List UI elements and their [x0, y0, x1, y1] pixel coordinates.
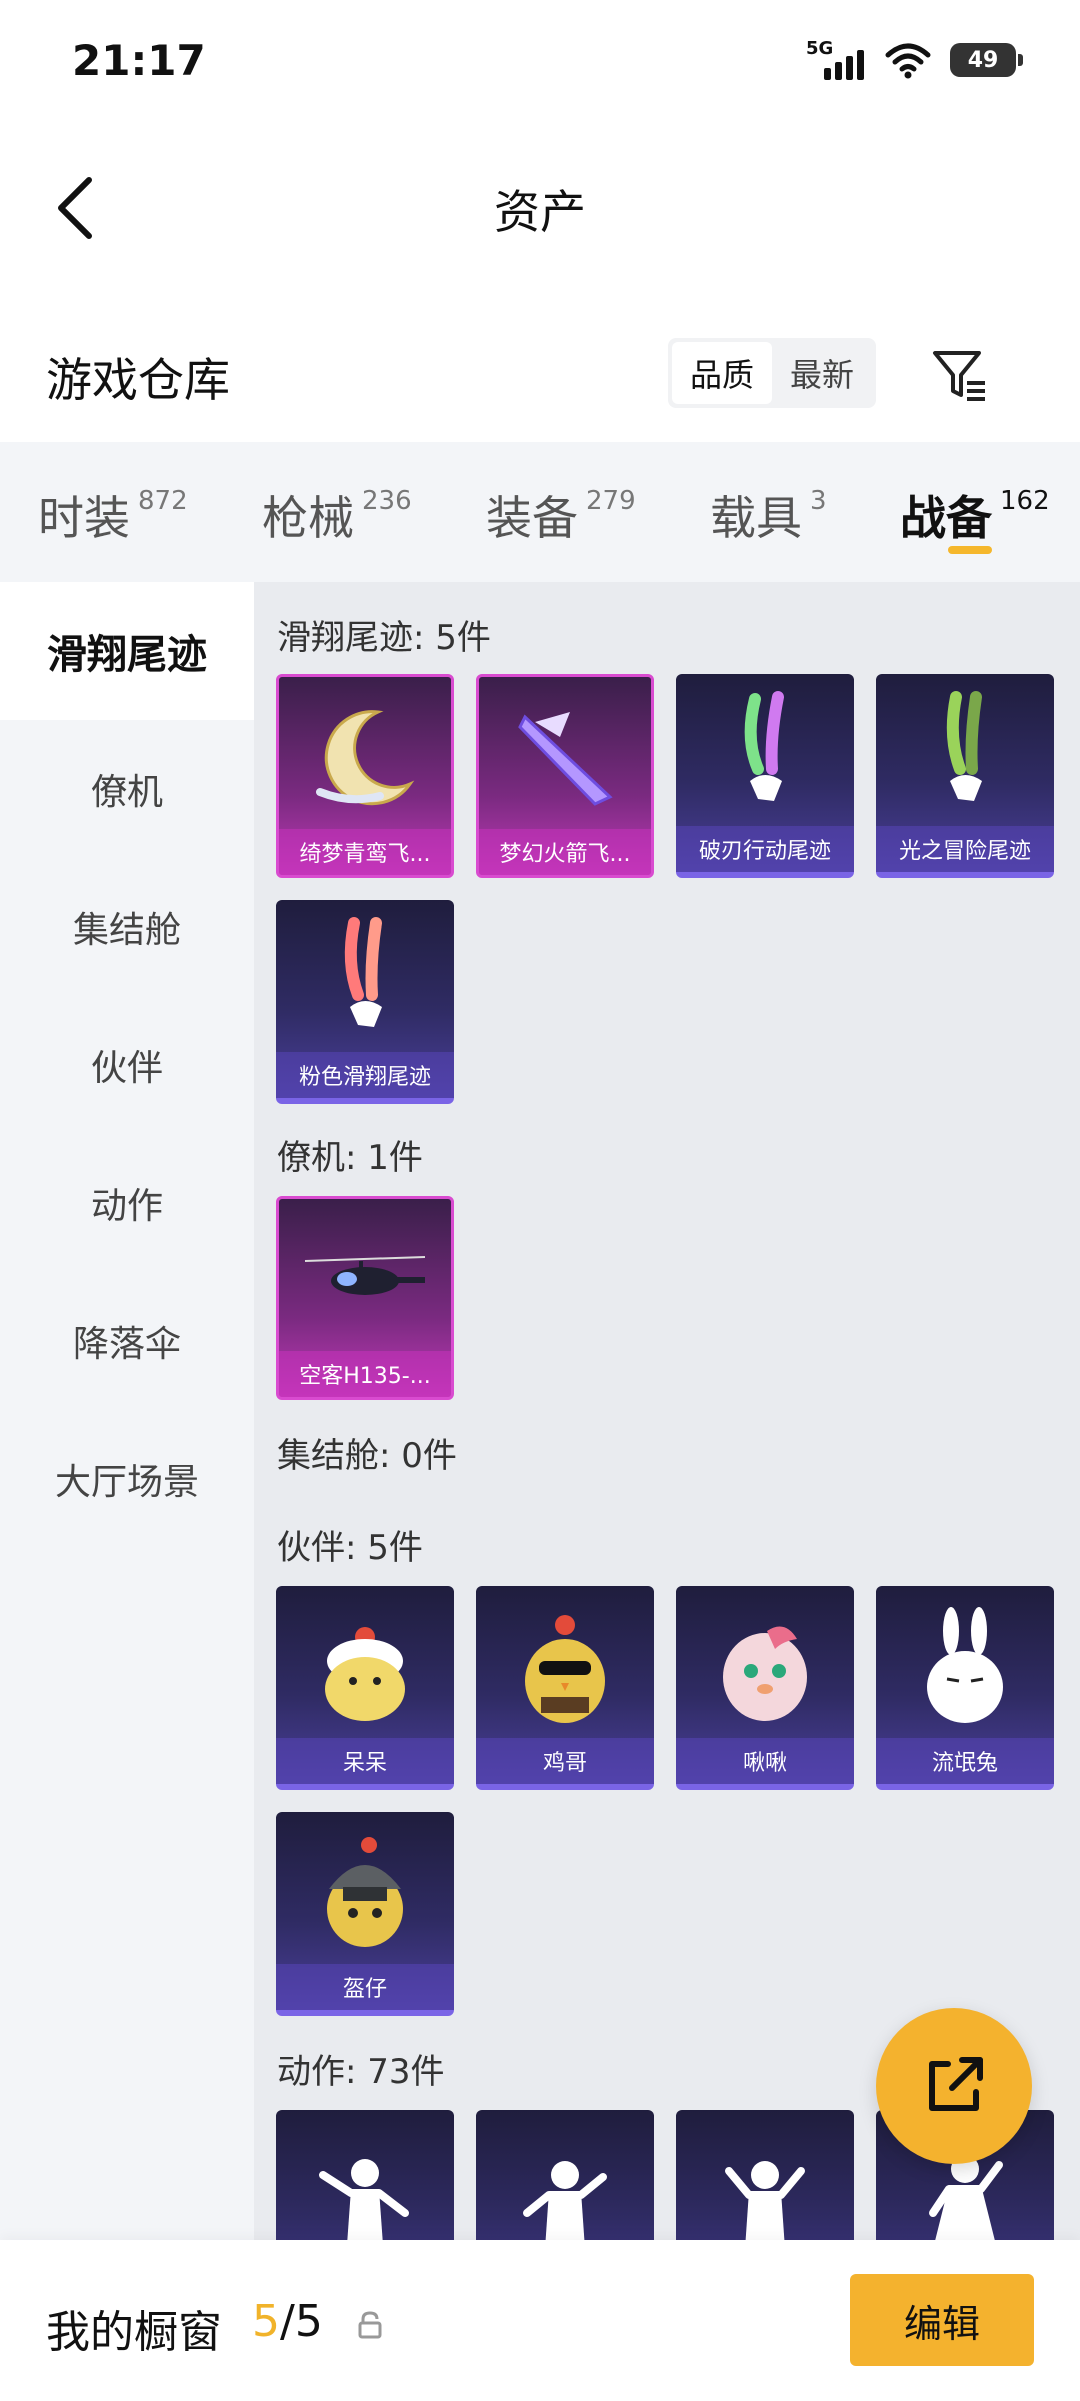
header: 资产	[0, 140, 1080, 270]
item-name: 梦幻火箭飞...	[479, 829, 651, 875]
sidebar: 滑翔尾迹 僚机 集结舱 伙伴 动作 降落伞 大厅场景	[0, 582, 254, 2240]
item-image	[876, 1586, 1054, 1746]
item-card[interactable]: 粉色滑翔尾迹	[276, 900, 454, 1104]
cellular-signal-icon: 5G	[806, 38, 866, 82]
item-name: 绮梦青鸾飞...	[279, 829, 451, 875]
showcase-current: 5	[252, 2296, 280, 2347]
tab-firearms[interactable]: 枪械 236	[262, 482, 412, 548]
section-title-wingman: 僚机: 1件	[277, 1138, 423, 1178]
showcase-count: 5/5	[252, 2296, 323, 2347]
filter-icon	[933, 351, 985, 401]
item-name: 光之冒险尾迹	[876, 826, 1054, 872]
item-image	[276, 2110, 454, 2240]
status-time: 21:17	[72, 36, 206, 85]
tab-count: 236	[362, 486, 412, 516]
item-image	[876, 674, 1054, 834]
item-name: 粉色滑翔尾迹	[276, 1052, 454, 1098]
section-title-glide: 滑翔尾迹: 5件	[277, 618, 491, 658]
sort-quality-button[interactable]: 品质	[672, 342, 772, 404]
item-image	[476, 2110, 654, 2240]
edit-button[interactable]: 编辑	[850, 2274, 1034, 2366]
wifi-icon	[885, 43, 931, 79]
item-card[interactable]: 绮梦青鸾飞...	[276, 674, 454, 878]
item-image	[279, 677, 451, 837]
battery-level: 49	[967, 47, 999, 73]
tab-label: 载具	[710, 491, 802, 545]
item-image	[276, 1812, 454, 1972]
item-image	[479, 677, 651, 837]
warehouse-row: 游戏仓库 品质 最新	[0, 320, 1080, 440]
tab-combat-prep[interactable]: 战备 162	[900, 482, 1050, 548]
section-title-rally: 集结舱: 0件	[277, 1436, 457, 1476]
tab-label: 枪械	[262, 491, 354, 545]
item-card[interactable]: 呆呆	[276, 1586, 454, 1790]
battery-icon: 49	[950, 43, 1023, 77]
item-card[interactable]: 流氓兔	[876, 1586, 1054, 1790]
item-card[interactable]	[476, 2110, 654, 2240]
sidebar-item-rally-pod[interactable]: 集结舱	[0, 858, 254, 996]
lock-icon	[358, 2311, 382, 2339]
tab-label: 装备	[486, 491, 578, 545]
section-title-action: 动作: 73件	[277, 2052, 445, 2092]
item-card[interactable]: 梦幻火箭飞...	[476, 674, 654, 878]
item-image	[276, 900, 454, 1060]
item-card[interactable]: 盔仔	[276, 1812, 454, 2016]
status-bar: 21:17 5G 49	[0, 0, 1080, 120]
item-image	[476, 1586, 654, 1746]
tab-fashion[interactable]: 时装 872	[38, 482, 188, 548]
item-name: 鸡哥	[476, 1738, 654, 1784]
tab-label: 战备	[900, 491, 992, 545]
tab-count: 162	[1000, 486, 1050, 516]
item-image	[676, 2110, 854, 2240]
item-image	[676, 1586, 854, 1746]
sidebar-item-partner[interactable]: 伙伴	[0, 996, 254, 1134]
page-title: 资产	[494, 185, 586, 239]
showcase-title: 我的橱窗	[46, 2307, 222, 2358]
sidebar-item-glide-trail[interactable]: 滑翔尾迹	[0, 582, 254, 720]
item-name: 啾啾	[676, 1738, 854, 1784]
item-name: 空客H135-...	[279, 1351, 451, 1397]
item-image	[279, 1199, 451, 1359]
warehouse-title: 游戏仓库	[46, 353, 230, 407]
item-content: 滑翔尾迹: 5件 绮梦青鸾飞... 梦幻火箭飞... 破刃行动尾迹 光之冒险尾迹…	[254, 582, 1080, 2240]
tab-label: 时装	[38, 491, 130, 545]
status-icons: 5G 49	[806, 38, 1023, 82]
tab-vehicles[interactable]: 载具 3	[710, 482, 827, 548]
item-card[interactable]: 光之冒险尾迹	[876, 674, 1054, 878]
tab-count: 3	[810, 486, 827, 516]
item-name: 呆呆	[276, 1738, 454, 1784]
sidebar-item-wingman[interactable]: 僚机	[0, 720, 254, 858]
item-card[interactable]	[676, 2110, 854, 2240]
item-card[interactable]	[276, 2110, 454, 2240]
item-card[interactable]: 鸡哥	[476, 1586, 654, 1790]
item-image	[676, 674, 854, 834]
active-tab-indicator	[948, 546, 992, 554]
tab-count: 279	[586, 486, 636, 516]
category-tabs: 时装 872 枪械 236 装备 279 载具 3 战备 162	[0, 442, 1080, 582]
tab-equipment[interactable]: 装备 279	[486, 482, 636, 548]
section-title-partner: 伙伴: 5件	[277, 1528, 423, 1568]
sort-latest-button[interactable]: 最新	[772, 342, 872, 404]
sidebar-item-lobby-scene[interactable]: 大厅场景	[0, 1410, 254, 1548]
item-name: 流氓兔	[876, 1738, 1054, 1784]
item-card[interactable]: 啾啾	[676, 1586, 854, 1790]
bottom-bar: 我的橱窗 5/5 编辑	[0, 2240, 1080, 2401]
item-name: 破刃行动尾迹	[676, 826, 854, 872]
item-card[interactable]: 空客H135-...	[276, 1196, 454, 1400]
tab-count: 872	[138, 486, 188, 516]
item-image	[276, 1586, 454, 1746]
showcase-total: /5	[280, 2296, 323, 2347]
filter-button[interactable]	[924, 340, 994, 410]
share-button[interactable]	[876, 2008, 1032, 2164]
share-icon	[929, 2057, 983, 2111]
sidebar-item-parachute[interactable]: 降落伞	[0, 1272, 254, 1410]
item-card[interactable]: 破刃行动尾迹	[676, 674, 854, 878]
item-name: 盔仔	[276, 1964, 454, 2010]
sort-toggle: 品质 最新	[668, 338, 876, 408]
sidebar-item-action[interactable]: 动作	[0, 1134, 254, 1272]
